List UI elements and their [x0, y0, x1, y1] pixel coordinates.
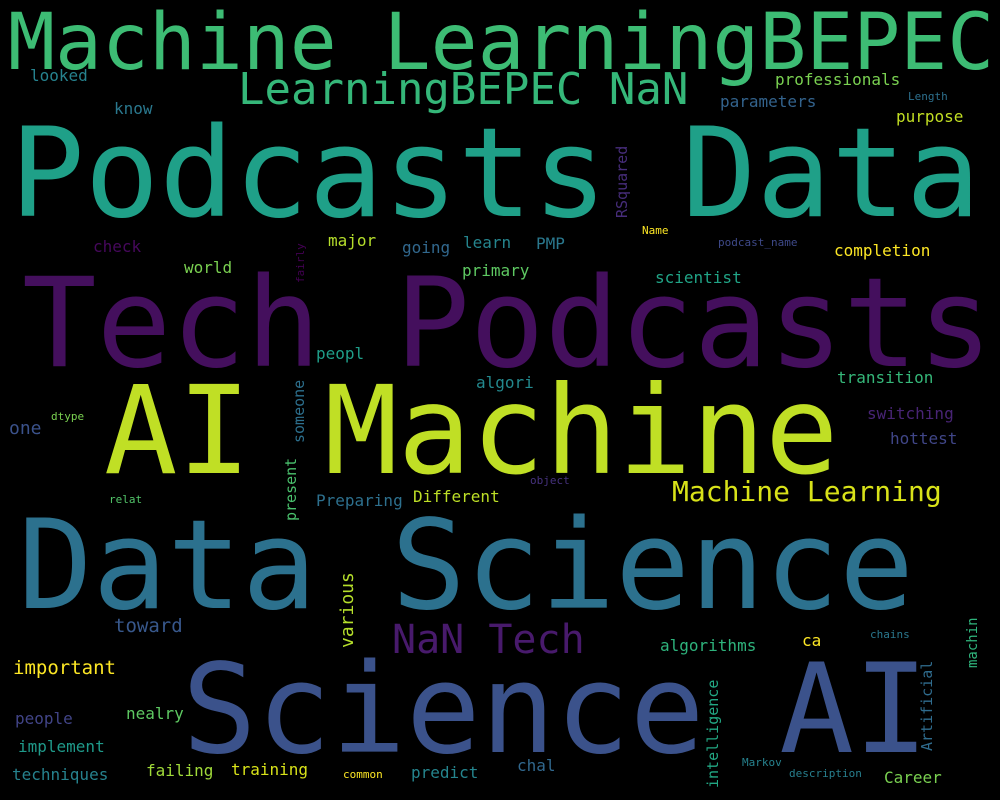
word-transition: transition [837, 368, 934, 387]
word-going: going [402, 238, 451, 257]
word-ca: ca [802, 631, 822, 650]
word-important: important [13, 657, 116, 679]
word-completion: completion [834, 241, 931, 260]
word-data-science: Data Science [18, 494, 914, 638]
word-machine-learning: Machine Learning [672, 475, 942, 508]
word-fairly: fairly [294, 243, 307, 283]
word-peopl: peopl [316, 344, 365, 363]
word-preparing: Preparing [316, 491, 403, 510]
word-parameters: parameters [720, 92, 817, 111]
word-intelligence: intelligence [704, 679, 722, 788]
word-learn: learn [463, 233, 512, 252]
word-algori: algori [476, 373, 534, 392]
word-someone: someone [290, 379, 308, 443]
word-training: training [231, 760, 309, 779]
word-artificial: Artificial [918, 660, 936, 751]
word-world: world [184, 258, 233, 277]
word-career: Career [884, 768, 942, 787]
word-pmp: PMP [536, 234, 565, 253]
word-toward: toward [114, 615, 183, 637]
word-nealry: nealry [126, 704, 184, 723]
word-present: present [282, 457, 300, 521]
word-dtype: dtype [51, 410, 85, 423]
word-podcast-name: podcast_name [718, 236, 798, 249]
word-chains: chains [870, 628, 910, 641]
word-looked: looked [30, 66, 88, 85]
word-length: Length [908, 90, 948, 103]
word-algorithms: algorithms [660, 636, 757, 655]
word-markov: Markov [742, 756, 782, 769]
word-rsquared: RSquared [613, 145, 631, 218]
word-know: know [114, 99, 153, 118]
word-techniques: techniques [12, 765, 109, 784]
word-cloud: Machine LearningBEPEC LearningBEPEC NaN … [0, 0, 1000, 800]
word-major: major [328, 231, 377, 250]
word-scientist: scientist [655, 268, 742, 287]
word-check: check [93, 237, 142, 256]
word-name: Name [642, 224, 669, 237]
word-purpose: purpose [896, 107, 964, 126]
word-different: Different [413, 487, 500, 506]
word-common: common [343, 768, 383, 781]
word-switching: switching [867, 404, 954, 423]
word-people: people [15, 709, 73, 728]
word-relat: relat [109, 493, 143, 506]
word-description: description [789, 767, 862, 780]
word-various: various [337, 572, 358, 648]
word-one: one [9, 418, 42, 439]
word-machin: machin [965, 617, 981, 668]
word-podcasts-data: Podcasts Data [10, 102, 981, 246]
word-implement: implement [18, 737, 105, 756]
word-primary: primary [462, 261, 530, 280]
word-ai-machine: AI Machine [104, 360, 839, 502]
word-hottest: hottest [890, 429, 958, 448]
word-object: object [530, 474, 570, 487]
word-science-ai: Science AI [182, 638, 929, 782]
word-chal: chal [517, 756, 556, 775]
word-nan-tech: NaN Tech [392, 617, 585, 663]
word-failing: failing [146, 761, 214, 780]
word-predict: predict [411, 763, 479, 782]
word-professionals: professionals [775, 70, 901, 89]
